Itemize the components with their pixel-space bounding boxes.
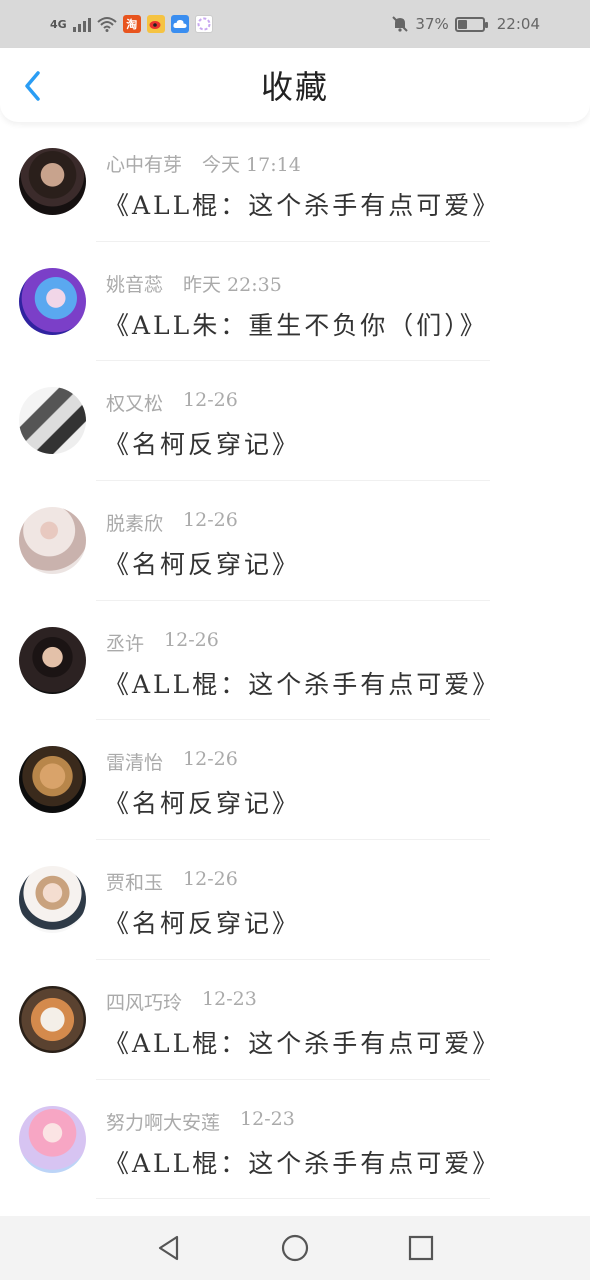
avatar[interactable]	[19, 1105, 86, 1173]
status-left: 4G 淘	[50, 15, 213, 33]
avatar[interactable]	[19, 746, 86, 814]
avatar[interactable]	[19, 866, 86, 934]
list-item[interactable]: 心中有芽 今天 17:14 《ALL棍：这个杀手有点可爱》	[0, 122, 590, 242]
battery-icon	[454, 16, 488, 32]
recents-square-icon	[408, 1235, 434, 1261]
list-item[interactable]: 丞许 12-26 《ALL棍：这个杀手有点可爱》	[0, 601, 590, 721]
book-title[interactable]: 《名柯反穿记》	[104, 904, 300, 940]
book-title[interactable]: 《名柯反穿记》	[104, 425, 300, 461]
avatar[interactable]	[19, 985, 86, 1053]
book-title[interactable]: 《ALL棍：这个杀手有点可爱》	[104, 186, 500, 222]
timestamp: 今天 17:14	[202, 154, 301, 176]
nav-back-button[interactable]	[151, 1230, 187, 1266]
book-title[interactable]: 《名柯反穿记》	[104, 784, 300, 820]
status-right: 37% 22:04	[391, 15, 540, 33]
timestamp: 12-26	[183, 748, 238, 771]
network-type: 4G	[50, 17, 67, 31]
wifi-icon	[97, 17, 117, 32]
user-name: 雷清怡	[106, 752, 164, 775]
timestamp: 昨天 22:35	[183, 273, 282, 296]
back-triangle-icon	[158, 1235, 179, 1261]
user-name: 脱素欣	[106, 513, 164, 536]
book-title[interactable]: 《ALL棍：这个杀手有点可爱》	[104, 665, 500, 701]
system-nav-bar	[0, 1216, 590, 1280]
user-name: 心中有芽	[106, 154, 183, 176]
timestamp: 12-26	[183, 868, 238, 891]
list-item[interactable]: 四风巧玲 12-23 《ALL棍：这个杀手有点可爱》	[0, 960, 590, 1080]
timestamp: 12-23	[240, 1107, 295, 1130]
list-item[interactable]: 雷清怡 12-26 《名柯反穿记》	[0, 720, 590, 841]
nav-recents-button[interactable]	[403, 1230, 439, 1266]
weibo-icon	[146, 15, 165, 33]
list-item[interactable]: 姚音蕊 昨天 22:35 《ALL朱：重生不负你（们）》	[0, 242, 590, 362]
user-name: 丞许	[106, 632, 145, 655]
status-bar: 4G 淘 37% 22:04	[0, 0, 590, 48]
nav-home-button[interactable]	[277, 1230, 313, 1266]
timestamp: 12-26	[164, 628, 219, 651]
book-title[interactable]: 《名柯反穿记》	[104, 545, 300, 581]
avatar[interactable]	[19, 148, 86, 215]
signal-icon	[72, 16, 91, 32]
avatar[interactable]	[19, 626, 86, 694]
list-item[interactable]: 贾和玉 12-26 《名柯反穿记》	[0, 840, 590, 960]
user-name: 姚音蕊	[106, 273, 164, 296]
user-name: 权又松	[106, 393, 164, 416]
clock: 22:04	[496, 15, 540, 33]
page-title: 收藏	[260, 68, 329, 106]
battery-percent: 37%	[415, 15, 449, 33]
chevron-left-icon	[25, 71, 40, 101]
timestamp: 12-26	[183, 509, 238, 532]
list-item[interactable]: 努力啊大安莲 12-23 《ALL棍：这个杀手有点可爱》	[0, 1080, 590, 1200]
favorites-list: 心中有芽 今天 17:14 《ALL棍：这个杀手有点可爱》 姚音蕊 昨天 22:…	[0, 122, 590, 1200]
user-name: 贾和玉	[106, 872, 164, 895]
avatar[interactable]	[19, 507, 86, 575]
list-item[interactable]: 权又松 12-26 《名柯反穿记》	[0, 361, 590, 482]
user-name: 四风巧玲	[106, 991, 183, 1014]
book-title[interactable]: 《ALL朱：重生不负你（们）》	[104, 306, 488, 342]
avatar[interactable]	[19, 387, 86, 455]
taobao-icon: 淘	[122, 15, 141, 33]
user-name: 努力啊大安莲	[106, 1111, 221, 1134]
timestamp: 12-23	[202, 987, 257, 1010]
mute-bell-icon	[392, 16, 409, 32]
book-title[interactable]: 《ALL棍：这个杀手有点可爱》	[104, 1144, 500, 1180]
app-header: 收藏	[0, 48, 590, 122]
timestamp: 12-26	[183, 389, 238, 412]
cloud-icon	[170, 15, 189, 33]
circle-app-icon	[194, 15, 213, 33]
book-title[interactable]: 《ALL棍：这个杀手有点可爱》	[104, 1024, 500, 1060]
list-item[interactable]: 脱素欣 12-26 《名柯反穿记》	[0, 481, 590, 601]
avatar[interactable]	[19, 267, 86, 335]
back-button[interactable]	[14, 66, 50, 106]
home-circle-icon	[281, 1234, 309, 1262]
divider	[96, 1198, 490, 1200]
